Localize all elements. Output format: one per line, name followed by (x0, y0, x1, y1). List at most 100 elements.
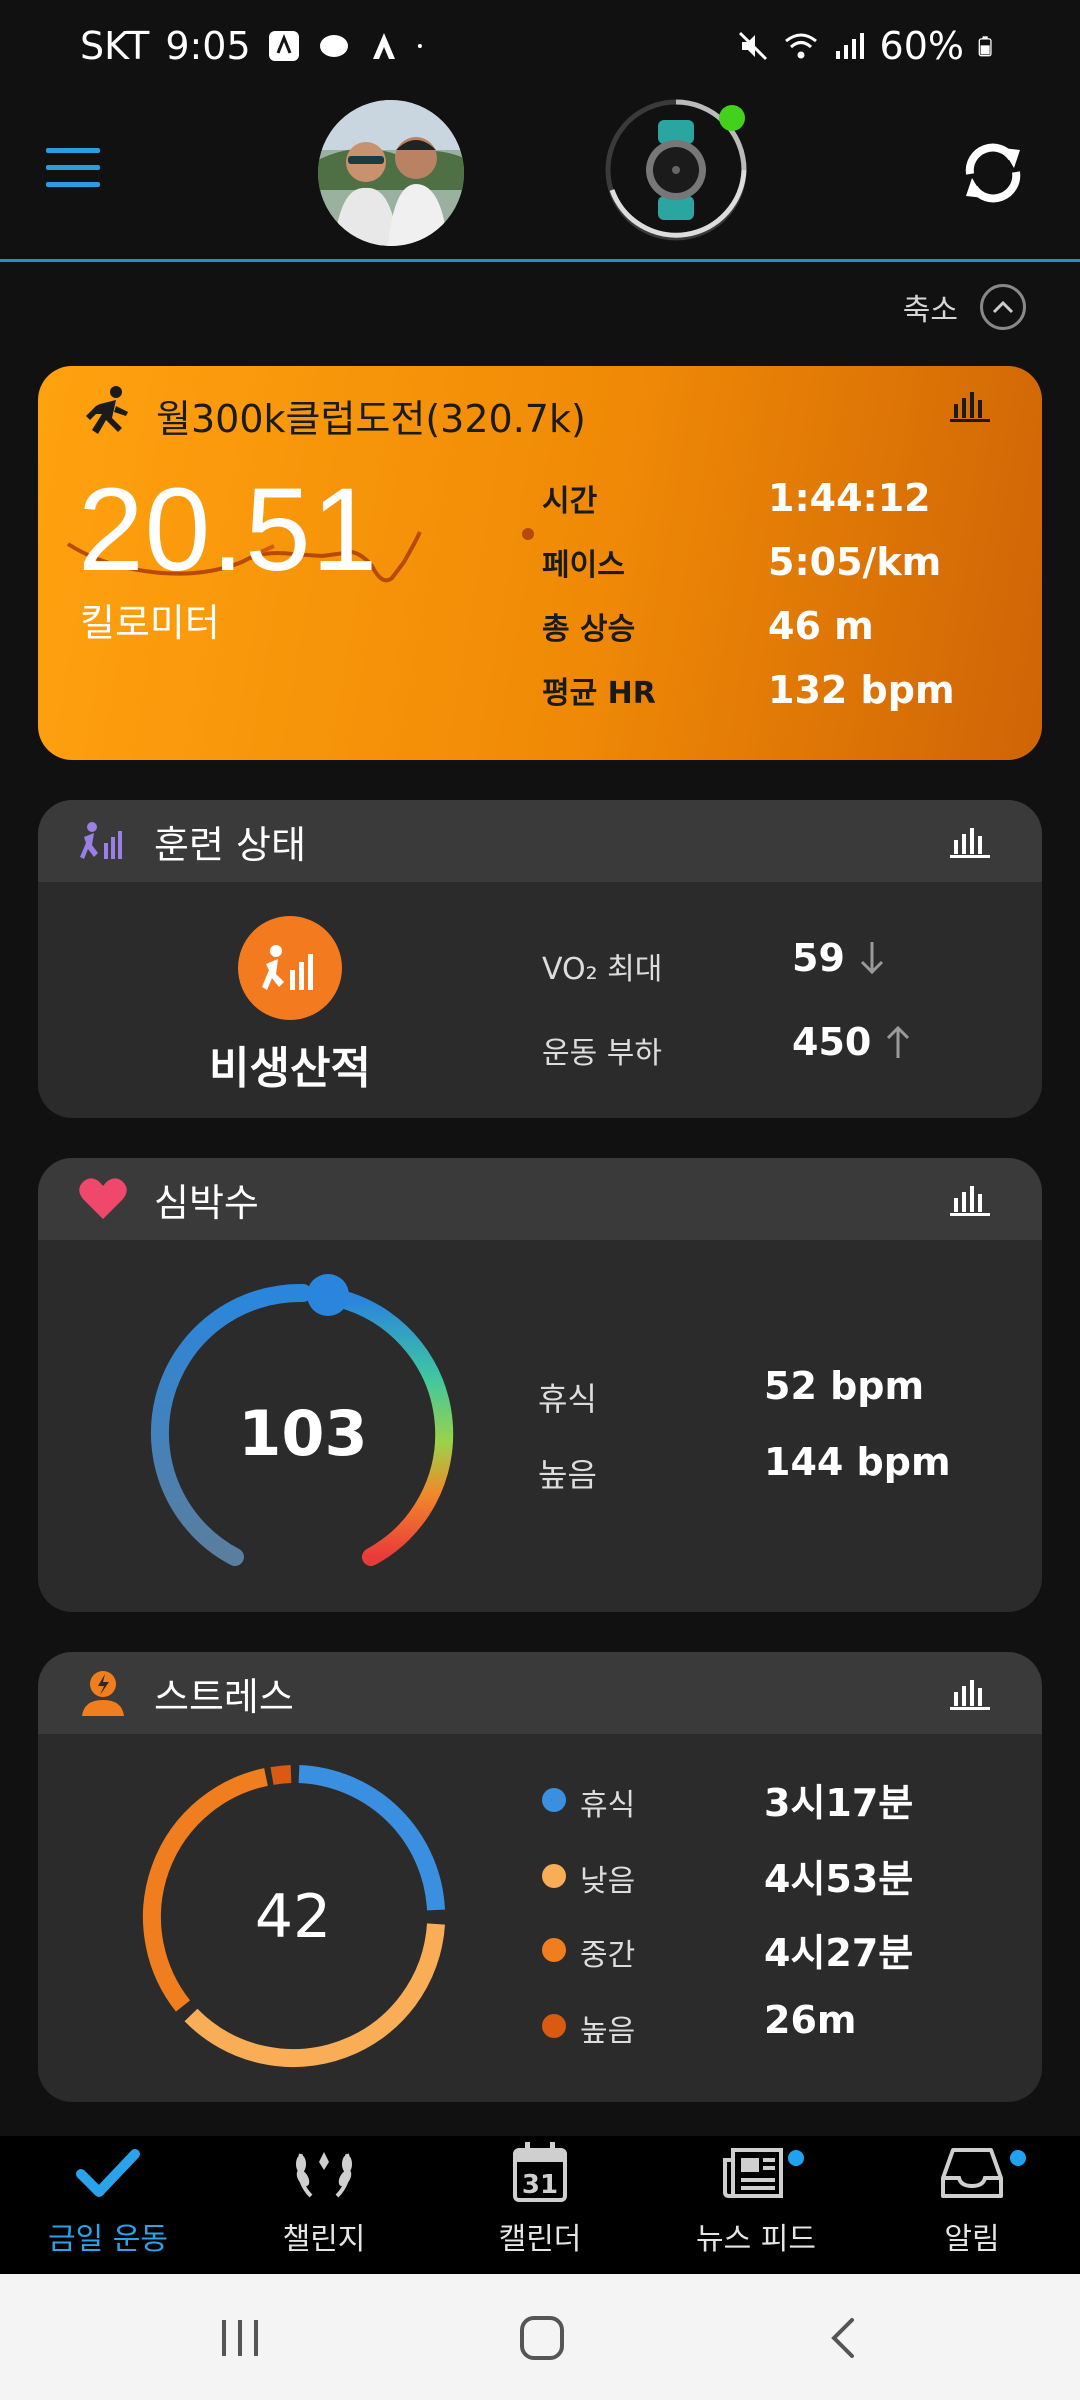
card-title: 훈련 상태 (154, 822, 306, 867)
carrier-label: SKT (80, 24, 150, 68)
home-icon[interactable] (512, 2314, 572, 2362)
legend-value-high: 26m (764, 1998, 857, 2042)
battery-icon (978, 36, 992, 57)
stat-value: 46 m (768, 604, 874, 648)
card-title: 심박수 (154, 1180, 259, 1225)
back-icon[interactable] (814, 2314, 874, 2362)
more-notifications-dot-icon (417, 43, 422, 49)
card-title: 스트레스 (154, 1674, 294, 1719)
activity-title: 월300k클럽도전(320.7k) (156, 397, 586, 441)
nav-today[interactable]: 금일 운동 (0, 2136, 216, 2274)
training-status-card[interactable]: 훈련 상태 비생산적 VO₂ 최대 59 운동 부하 450 (38, 800, 1042, 1118)
vo2-value-row: 59 (792, 936, 885, 980)
legend-dot-medium (542, 1938, 566, 1962)
clock: 9:05 (165, 24, 251, 68)
legend-label-rest: 휴식 (580, 1788, 636, 1823)
bar-chart-icon[interactable] (950, 1182, 990, 1216)
card-header: 훈련 상태 (38, 800, 1042, 882)
stress-card[interactable]: 스트레스 42 휴식 3시17분 낮음 4시53분 중간 4시27분 높음 26… (38, 1652, 1042, 2102)
stat-label: 페이스 (542, 548, 625, 583)
stat-row-avg-hr: 평균 HR 132 bpm (542, 658, 955, 722)
laurel-icon (296, 2152, 352, 2198)
load-value-row: 450 (792, 1020, 911, 1064)
running-icon (86, 386, 128, 434)
nav-challenges[interactable]: 챌린지 (216, 2136, 432, 2274)
status-right: 60% (736, 24, 1000, 68)
menu-button[interactable] (46, 148, 100, 188)
card-body: 103 휴식 52 bpm 높음 144 bpm (38, 1240, 1042, 1612)
bar-chart-icon[interactable] (950, 1676, 990, 1710)
nav-label: 뉴스 피드 (696, 2222, 816, 2257)
resting-hr-value: 52 bpm (764, 1364, 925, 1408)
profile-avatar[interactable] (318, 100, 464, 246)
current-heart-rate: 103 (238, 1396, 368, 1470)
stress-icon (82, 1671, 124, 1716)
system-navigation-bar (0, 2274, 1080, 2400)
bottom-navigation: 금일 운동 챌린지 31 캘린더 뉴스 피드 알림 (0, 2136, 1080, 2274)
legend-label-medium: 중간 (580, 1938, 636, 1973)
vo2-value: 59 (792, 936, 845, 980)
training-status-badge (238, 916, 342, 1020)
sync-icon[interactable] (956, 136, 1030, 210)
device-button[interactable] (602, 94, 754, 246)
nav-inbox[interactable]: 알림 (864, 2136, 1080, 2274)
device-connected-dot-icon (719, 105, 745, 131)
app-notification-icon (268, 31, 299, 61)
activity-stats: 시간 1:44:12 페이스 5:05/km 총 상승 46 m 평균 HR 1… (542, 466, 955, 722)
card-body: 42 휴식 3시17분 낮음 4시53분 중간 4시27분 높음 26m (38, 1734, 1042, 2102)
collapse-label: 축소 (902, 293, 958, 328)
unproductive-icon (262, 945, 313, 990)
load-label: 운동 부하 (542, 1036, 662, 1071)
training-status-label: 비생산적 (209, 1043, 371, 1094)
nav-calendar[interactable]: 31 캘린더 (432, 2136, 648, 2274)
bar-chart-icon[interactable] (950, 824, 990, 858)
stat-label: 시간 (542, 484, 598, 519)
bar-chart-icon[interactable] (950, 388, 990, 422)
legend-dot-low (542, 1864, 566, 1888)
arrow-up-icon (887, 1025, 910, 1058)
distance-unit: 킬로미터 (80, 601, 220, 645)
hamburger-icon-line (46, 182, 100, 187)
collapse-toggle[interactable]: 축소 (903, 284, 1026, 330)
recent-apps-icon[interactable] (210, 2314, 270, 2362)
load-value: 450 (792, 1020, 872, 1064)
mute-icon (738, 31, 767, 61)
card-header: 스트레스 (38, 1652, 1042, 1734)
high-hr-value: 144 bpm (764, 1440, 951, 1484)
activity-card[interactable]: 월300k클럽도전(320.7k) 20.51 킬로미터 시간 1:44:12 … (38, 366, 1042, 760)
distance-value: 20.51 (78, 464, 379, 596)
legend-dot-rest (542, 1788, 566, 1812)
calendar-icon: 31 (513, 2142, 567, 2202)
legend-dot-high (542, 2014, 566, 2038)
stress-level: 42 (254, 1882, 332, 1952)
stat-row-ascent: 총 상승 46 m (542, 594, 955, 658)
legend-value-rest: 3시17분 (764, 1781, 914, 1825)
signal-icon (835, 33, 864, 59)
wifi-icon (784, 33, 817, 59)
notification-badge (788, 2150, 804, 2166)
checkmark-icon (76, 2149, 140, 2197)
status-left: SKT 9:05 (80, 24, 431, 68)
nav-news-feed[interactable]: 뉴스 피드 (648, 2136, 864, 2274)
chat-notification-icon (319, 35, 348, 57)
arrow-down-icon (860, 942, 883, 975)
card-body: 비생산적 VO₂ 최대 59 운동 부하 450 (38, 882, 1042, 1118)
legend-value-low: 4시53분 (764, 1857, 914, 1901)
nav-label: 챌린지 (282, 2222, 366, 2257)
legend-value-medium: 4시27분 (764, 1931, 914, 1975)
stat-value: 132 bpm (768, 668, 955, 712)
status-bar: SKT 9:05 60% (0, 0, 1080, 96)
avatar-photo (318, 100, 464, 246)
hamburger-icon-line (46, 165, 100, 170)
stat-label: 평균 HR (542, 676, 656, 711)
newspaper-icon (723, 2148, 783, 2198)
stat-row-time: 시간 1:44:12 (542, 466, 955, 530)
vo2-label: VO₂ 최대 (542, 952, 663, 987)
nav-label: 금일 운동 (48, 2222, 168, 2257)
legend-label-low: 낮음 (580, 1864, 636, 1899)
nav-label: 알림 (944, 2222, 1000, 2257)
stat-label: 총 상승 (542, 612, 636, 647)
notification-badge (1010, 2150, 1026, 2166)
heart-rate-card[interactable]: 심박수 103 휴식 52 bpm 높음 144 bpm (38, 1158, 1042, 1612)
stat-value: 5:05/km (768, 540, 942, 584)
